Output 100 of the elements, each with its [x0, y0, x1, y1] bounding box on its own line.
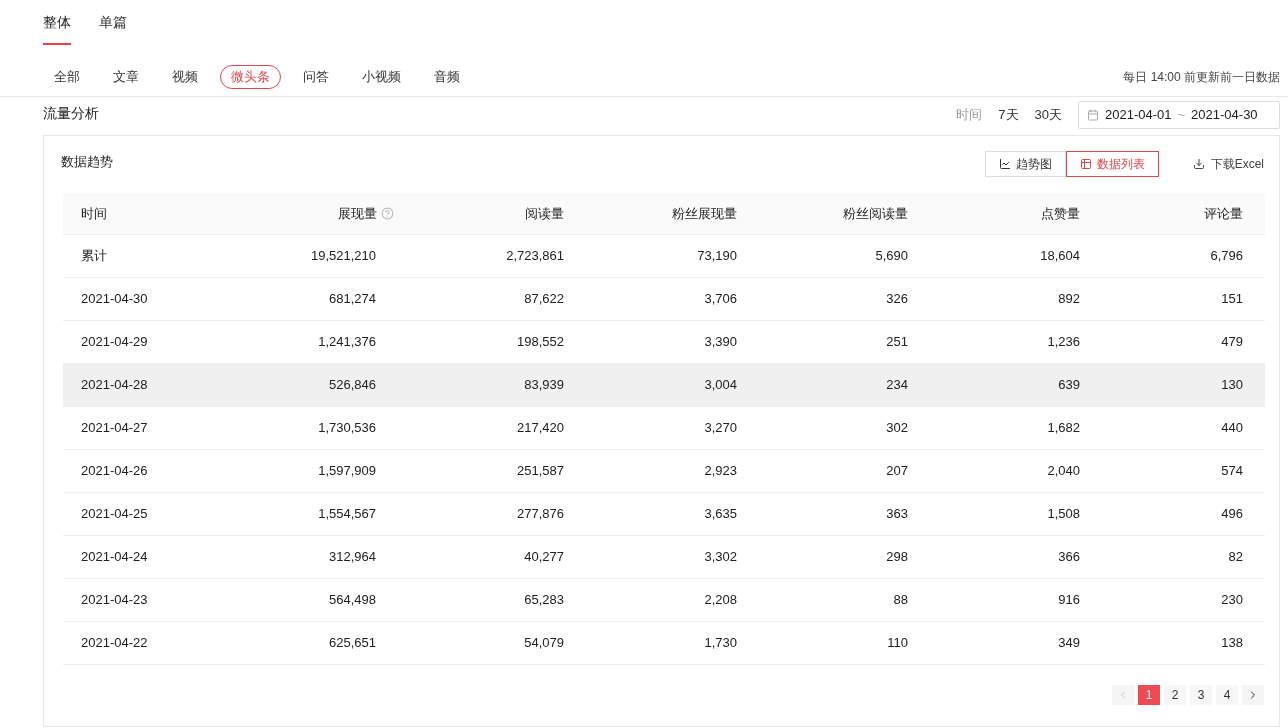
range-option[interactable]: 30天: [1034, 105, 1062, 125]
table-cell: 2021-04-29: [81, 334, 148, 350]
table-cell: 130: [1221, 377, 1243, 393]
column-header: 评论量: [1204, 204, 1244, 223]
content-tab[interactable]: 全部: [43, 65, 91, 89]
table-cell: 88: [893, 592, 908, 608]
table-cell: 230: [1221, 592, 1243, 608]
column-header: 粉丝阅读量: [843, 204, 909, 223]
range-separator: ~: [1177, 106, 1186, 125]
page-button[interactable]: 4: [1216, 685, 1238, 705]
table-cell: 326: [886, 291, 908, 307]
table-cell: 40,277: [524, 549, 564, 565]
time-label: 时间: [956, 106, 983, 125]
table-cell: 87,622: [524, 291, 564, 307]
table-cell: 251: [886, 334, 908, 350]
page-button[interactable]: 1: [1138, 685, 1160, 705]
content-tab[interactable]: 小视频: [351, 65, 412, 89]
column-header: 展现量: [338, 204, 377, 223]
table-cell: 312,964: [329, 549, 376, 565]
table-cell: 217,420: [517, 420, 564, 436]
table-cell: 151: [1221, 291, 1243, 307]
table-cell: 2021-04-27: [81, 420, 148, 436]
content-tab[interactable]: 视频: [161, 65, 209, 89]
table-cell: 1,236: [1047, 334, 1080, 350]
table-cell: 564,498: [329, 592, 376, 608]
update-note: 每日 14:00 前更新前一日数据: [1123, 69, 1280, 86]
start-date: 2021-04-01: [1105, 106, 1172, 125]
table-cell: 累计: [81, 248, 107, 264]
table-cell: 302: [886, 420, 908, 436]
content-tab[interactable]: 音频: [423, 65, 471, 89]
table-cell: 1,554,567: [318, 506, 376, 522]
table-cell: 496: [1221, 506, 1243, 522]
table-cell: 681,274: [329, 291, 376, 307]
table-cell: 916: [1058, 592, 1080, 608]
table-cell: 2,723,861: [506, 248, 564, 264]
table-cell: 19,521,210: [310, 248, 376, 264]
content-tab[interactable]: 问答: [292, 65, 340, 89]
table-cell: 3,302: [704, 549, 737, 565]
table-cell: 5,690: [875, 248, 908, 264]
next-page-button[interactable]: [1242, 685, 1264, 705]
table-cell: 2021-04-24: [81, 549, 148, 565]
table-cell: 65,283: [524, 592, 564, 608]
table-cell: 2021-04-30: [81, 291, 148, 307]
view-toggle[interactable]: 趋势图: [984, 151, 1066, 177]
scope-tab[interactable]: 整体: [43, 12, 71, 45]
table-cell: 625,651: [329, 635, 376, 651]
range-option[interactable]: 7天: [998, 105, 1019, 125]
table-cell: 82: [1228, 549, 1243, 565]
column-header: 点赞量: [1041, 204, 1081, 223]
table-cell: 2,040: [1047, 463, 1080, 479]
table-cell: 574: [1221, 463, 1243, 479]
table-cell: 1,597,909: [318, 463, 376, 479]
card-title: 数据趋势: [61, 153, 113, 171]
column-header: 阅读量: [525, 204, 565, 223]
help-icon: [381, 207, 394, 220]
table-cell: 83,939: [524, 377, 564, 393]
section-title: 流量分析: [43, 104, 99, 123]
table-cell: 138: [1221, 635, 1243, 651]
page-button[interactable]: 3: [1190, 685, 1212, 705]
table-cell: 479: [1221, 334, 1243, 350]
table-cell: 298: [886, 549, 908, 565]
table-cell: 54,079: [524, 635, 564, 651]
table-cell: 363: [886, 506, 908, 522]
scope-tab[interactable]: 单篇: [99, 12, 127, 45]
table-cell: 110: [887, 635, 908, 651]
line-chart-icon: [998, 158, 1011, 170]
table-cell: 73,190: [697, 248, 737, 264]
table-cell: 2021-04-26: [81, 463, 148, 479]
table-cell: 2021-04-23: [81, 592, 148, 608]
column-header: 粉丝展现量: [672, 204, 738, 223]
view-toggle[interactable]: 数据列表: [1065, 151, 1159, 177]
table-cell: 3,270: [704, 420, 737, 436]
table-cell: 892: [1058, 291, 1080, 307]
calendar-icon: [1087, 109, 1099, 121]
download-icon: [1192, 157, 1205, 170]
table-cell: 349: [1058, 635, 1080, 651]
table-cell: 2021-04-22: [81, 635, 148, 651]
table-cell: 3,706: [704, 291, 737, 307]
table-cell: 251,587: [517, 463, 564, 479]
table-cell: 3,390: [704, 334, 737, 350]
page-button[interactable]: 2: [1164, 685, 1186, 705]
table-cell: 207: [886, 463, 908, 479]
table-cell: 1,730,536: [318, 420, 376, 436]
table-cell: 2,208: [704, 592, 737, 608]
table-cell: 198,552: [517, 334, 564, 350]
table-cell: 526,846: [329, 377, 376, 393]
table-cell: 366: [1058, 549, 1080, 565]
date-range-field[interactable]: 2021-04-01 ~ 2021-04-30: [1078, 101, 1280, 129]
download-button[interactable]: 下载Excel: [1192, 154, 1264, 173]
table-cell: 639: [1058, 377, 1080, 393]
table-cell: 1,682: [1047, 420, 1080, 436]
table-cell: 1,241,376: [318, 334, 376, 350]
content-tab[interactable]: 文章: [102, 65, 150, 89]
table-cell: 2021-04-25: [81, 506, 148, 522]
table-cell: 440: [1221, 420, 1243, 436]
table-cell: 3,635: [704, 506, 737, 522]
table-cell: 1,508: [1047, 506, 1080, 522]
end-date: 2021-04-30: [1191, 106, 1258, 125]
table-cell: 6,796: [1210, 248, 1243, 264]
table-cell: 234: [886, 377, 908, 393]
